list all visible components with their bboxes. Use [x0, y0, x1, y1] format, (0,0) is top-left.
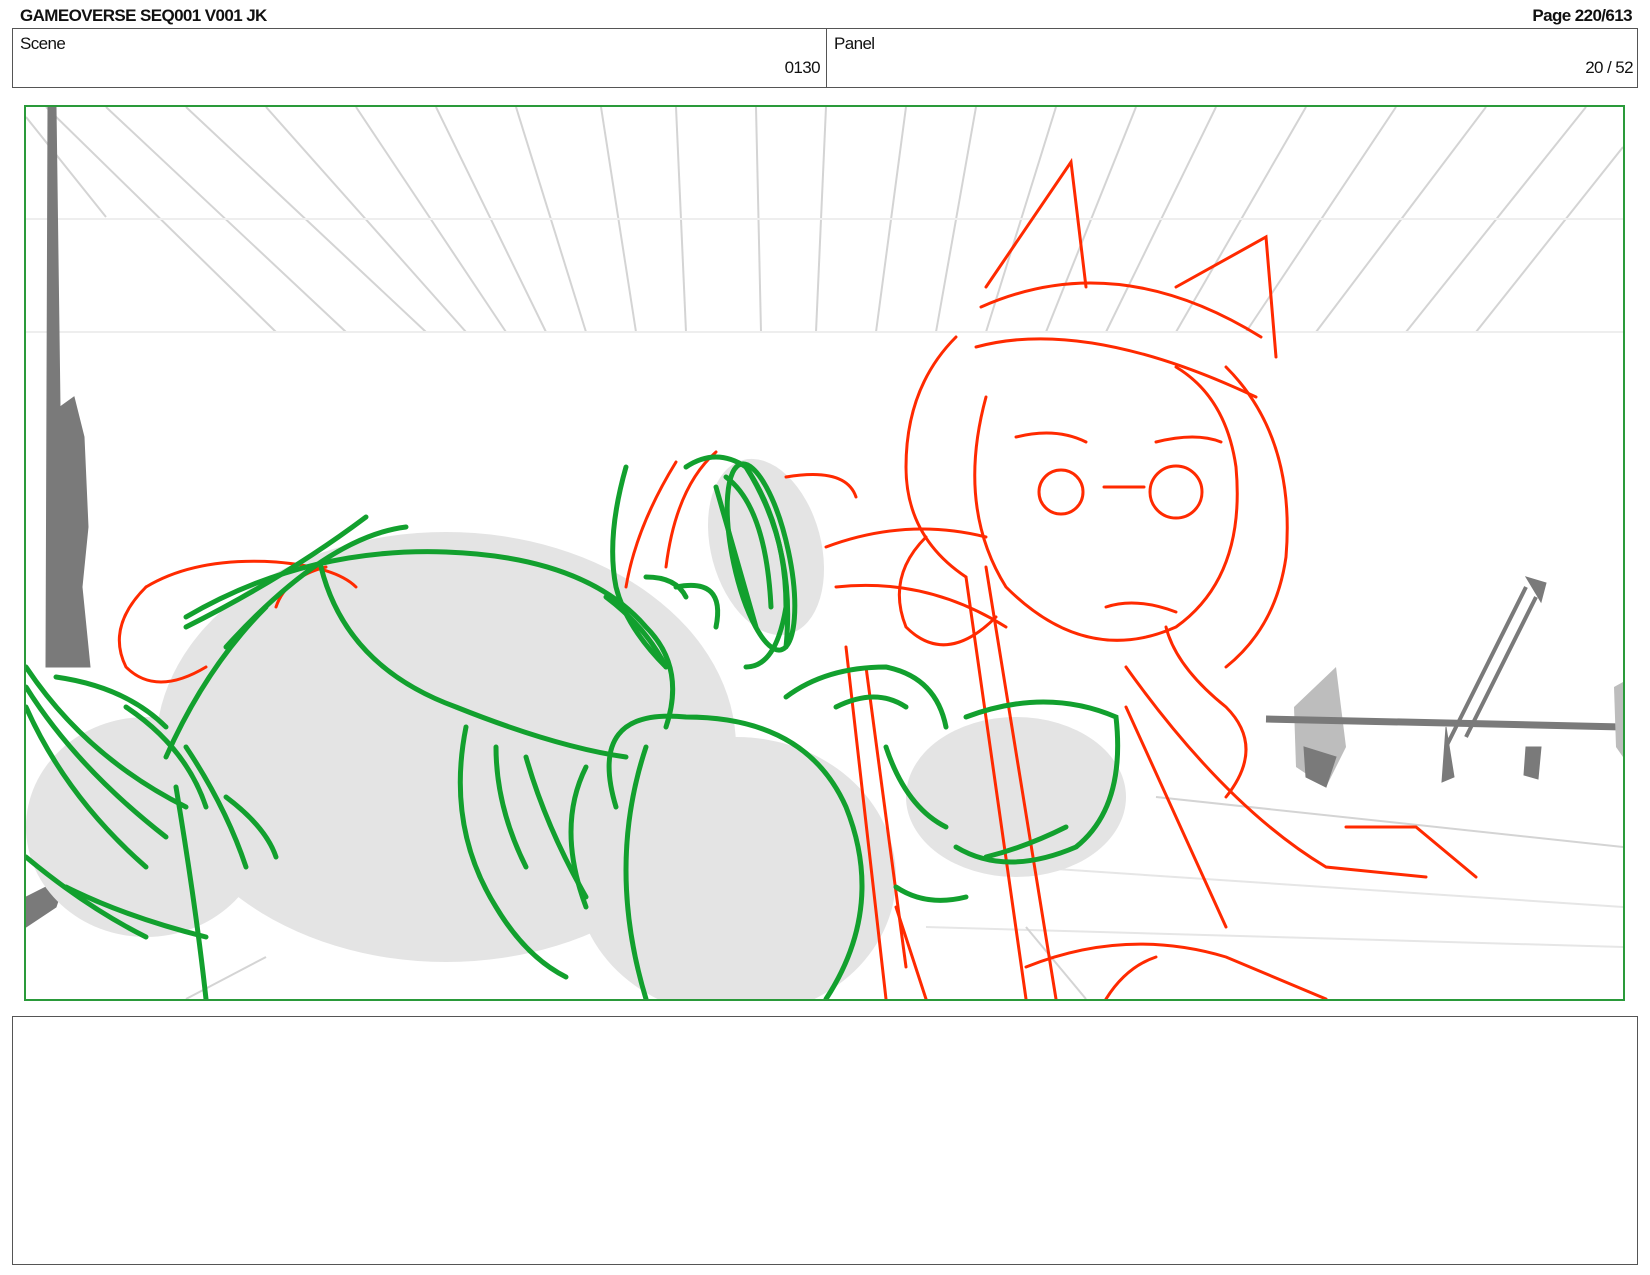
panel-cell: Panel 20 / 52 — [827, 29, 1639, 87]
scene-label: Scene — [20, 34, 66, 53]
panel-number: 20 / 52 — [1585, 58, 1633, 77]
scene-cell: Scene 0130 — [13, 29, 827, 87]
panel-notes-box — [12, 1016, 1638, 1265]
scene-panel-info: Scene 0130 Panel 20 / 52 — [12, 28, 1638, 88]
scene-number: 0130 — [784, 58, 821, 77]
panel-label: Panel — [834, 34, 875, 53]
green-character-fill — [26, 458, 1126, 999]
storyboard-panel-frame — [24, 105, 1625, 1001]
storyboard-sketch — [26, 107, 1623, 999]
page-number: Page 220/613 — [1532, 6, 1632, 25]
document-title: GAMEOVERSE SEQ001 V001 JK — [20, 6, 267, 25]
